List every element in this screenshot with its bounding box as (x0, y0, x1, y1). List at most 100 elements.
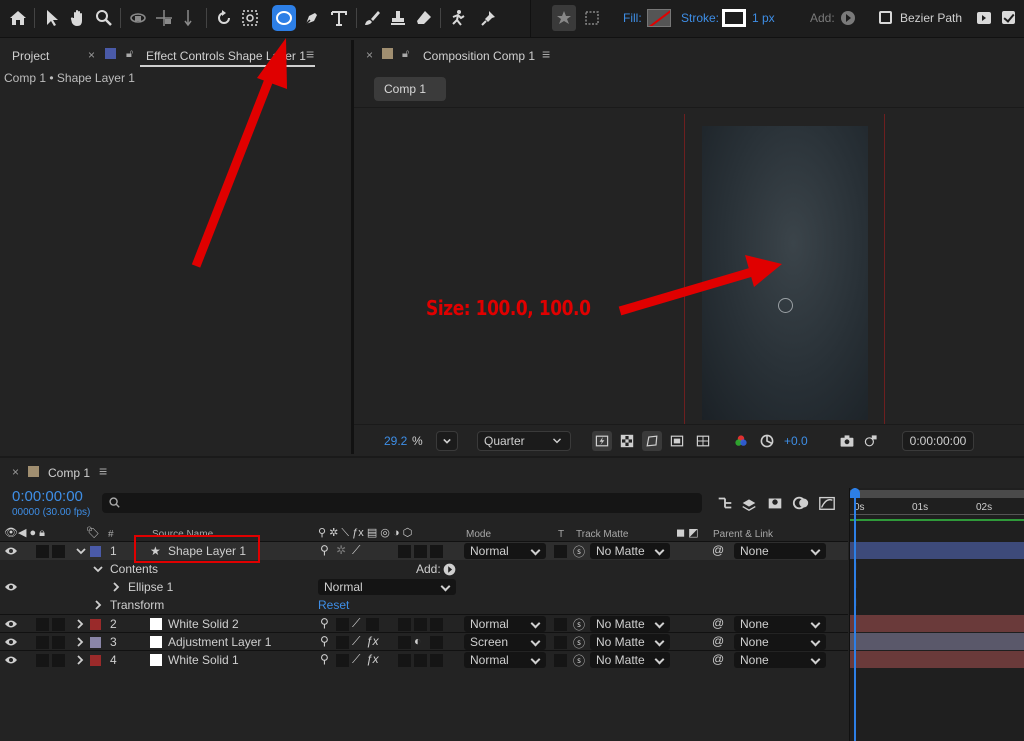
pick-whip-icon[interactable]: @ (712, 634, 724, 648)
mode-dropdown[interactable]: Screen (464, 634, 546, 650)
zoom-dropdown[interactable] (436, 431, 458, 451)
3d-switch[interactable] (430, 654, 443, 667)
preserve-transparency-toggle[interactable] (554, 618, 567, 631)
frame-blending-icon[interactable] (792, 494, 810, 512)
shy-switch-icon[interactable]: ⚲ (320, 616, 329, 630)
track-matte-dropdown[interactable]: No Matte (590, 652, 670, 668)
panel-menu-icon[interactable]: ≡ (542, 46, 550, 62)
matte-link-icon[interactable]: ⓢ (573, 616, 585, 633)
shy-switch-icon[interactable]: ⚲ (320, 543, 329, 557)
track-matte-dropdown[interactable]: No Matte (590, 543, 670, 559)
eye-icon[interactable] (4, 618, 18, 630)
transform-row[interactable]: Transform Reset (0, 596, 848, 614)
collapse-switch[interactable] (336, 618, 349, 631)
lock-toggle[interactable] (52, 654, 65, 667)
ellipse-blend-dropdown[interactable]: Normal (318, 579, 456, 595)
panel-menu-icon[interactable]: ≡ (99, 463, 107, 479)
comp-frame[interactable] (702, 126, 868, 420)
shy-switch-icon[interactable]: ⚲ (320, 634, 329, 648)
matte-link-icon[interactable]: ⓢ (573, 652, 585, 669)
3d-switch[interactable] (430, 618, 443, 631)
comp-flowchart-button[interactable]: Comp 1 (374, 77, 446, 101)
contents-row[interactable]: Contents Add: (0, 560, 848, 578)
preserve-transparency-toggle[interactable] (554, 654, 567, 667)
adjustment-switch[interactable] (414, 618, 427, 631)
parent-dropdown[interactable]: None (734, 616, 826, 632)
anchor-point-tool-icon[interactable] (238, 5, 262, 31)
motion-blur-switch[interactable] (398, 545, 411, 558)
ellipse-tool-icon[interactable] (272, 5, 296, 31)
color-management-icon[interactable] (758, 432, 776, 450)
workspace-icon[interactable] (972, 5, 996, 31)
quality-switch-icon[interactable]: ⟋ (352, 616, 360, 631)
puppet-pin-tool-icon[interactable] (478, 5, 502, 31)
layer-name[interactable]: Adjustment Layer 1 (168, 635, 271, 649)
fill-swatch[interactable] (647, 9, 671, 27)
draft-3d-icon[interactable] (740, 494, 758, 512)
tab-composition[interactable]: Composition Comp 1 (423, 49, 535, 63)
transform-reset-link[interactable]: Reset (318, 598, 349, 612)
snapshot-camera-icon[interactable] (838, 432, 856, 450)
lock-toggle[interactable] (52, 545, 65, 558)
parent-dropdown[interactable]: None (734, 652, 826, 668)
3d-switch[interactable] (430, 545, 443, 558)
current-time-display[interactable]: 0:00:00:00 (12, 488, 83, 505)
matte-link-icon[interactable]: ⓢ (573, 634, 585, 651)
layer-label-color[interactable] (90, 619, 101, 630)
shy-switch-icon[interactable]: ⚲ (320, 652, 329, 666)
show-snapshot-icon[interactable] (862, 432, 880, 450)
twirl-right-icon[interactable] (93, 599, 103, 611)
layer-name[interactable]: White Solid 2 (168, 617, 239, 631)
parent-dropdown[interactable]: None (734, 634, 826, 650)
lock-icon[interactable]: 🔓︎ (402, 48, 409, 61)
layer-bar-3[interactable] (850, 633, 1024, 650)
rotate-tool-icon[interactable] (212, 5, 236, 31)
lock-toggle[interactable] (52, 618, 65, 631)
add-arrow-icon[interactable] (443, 563, 456, 576)
viewer-timecode[interactable]: 0:00:00:00 (902, 431, 974, 451)
matte-link-icon[interactable]: ⓢ (573, 543, 585, 560)
channel-icon[interactable] (732, 432, 750, 450)
collapse-switch-icon[interactable]: ✲ (336, 543, 346, 557)
twirl-right-icon[interactable] (111, 581, 121, 593)
playhead-handle[interactable] (850, 488, 860, 498)
zoom-value[interactable]: 29.2 (384, 434, 407, 448)
layer-row-3[interactable]: 3 Adjustment Layer 1 ⚲ ⟋ ƒx ◐ Screen ⓢ N… (0, 632, 848, 650)
source-name-header[interactable]: Source Name (152, 529, 213, 540)
pick-whip-icon[interactable]: @ (712, 543, 724, 557)
collapse-switch[interactable] (336, 636, 349, 649)
eraser-tool-icon[interactable] (412, 5, 436, 31)
eye-icon[interactable] (4, 636, 18, 648)
layer-name[interactable]: White Solid 1 (168, 653, 239, 667)
layer-label-color[interactable] (90, 655, 101, 666)
close-icon[interactable]: × (12, 465, 19, 479)
motion-blur-switch[interactable] (398, 636, 411, 649)
toolbar-checkbox[interactable] (1002, 11, 1015, 24)
adjustment-switch[interactable] (414, 545, 427, 558)
fx-switch-icon[interactable]: ƒx (366, 634, 379, 648)
twirl-down-icon[interactable] (93, 563, 103, 575)
timeline-graph[interactable]: 0s 01s 02s I I I (849, 488, 1024, 741)
bezier-path-checkbox[interactable] (879, 11, 892, 24)
eye-icon[interactable] (4, 654, 18, 666)
preserve-transparency-toggle[interactable] (554, 545, 567, 558)
adjustment-switch[interactable] (414, 654, 427, 667)
grid-guides-icon[interactable] (694, 432, 712, 450)
preserve-transparency-toggle[interactable] (554, 636, 567, 649)
solo-toggle[interactable] (36, 654, 49, 667)
eye-icon[interactable] (4, 545, 18, 557)
type-tool-icon[interactable] (327, 5, 351, 31)
effects-switch[interactable] (366, 618, 379, 631)
twirl-right-icon[interactable] (75, 654, 85, 666)
close-icon[interactable]: × (88, 48, 95, 62)
pan-camera-icon[interactable] (152, 5, 176, 31)
add-arrow-icon[interactable] (838, 5, 858, 31)
layer-bar-1[interactable] (850, 542, 1024, 559)
twirl-right-icon[interactable] (75, 618, 85, 630)
pick-whip-icon[interactable]: @ (712, 616, 724, 630)
quality-switch-icon[interactable]: ⟋ (352, 634, 360, 649)
composition-viewer[interactable] (354, 114, 1024, 464)
mode-dropdown[interactable]: Normal (464, 616, 546, 632)
motion-blur-switch[interactable] (398, 654, 411, 667)
layer-label-color[interactable] (90, 546, 101, 557)
